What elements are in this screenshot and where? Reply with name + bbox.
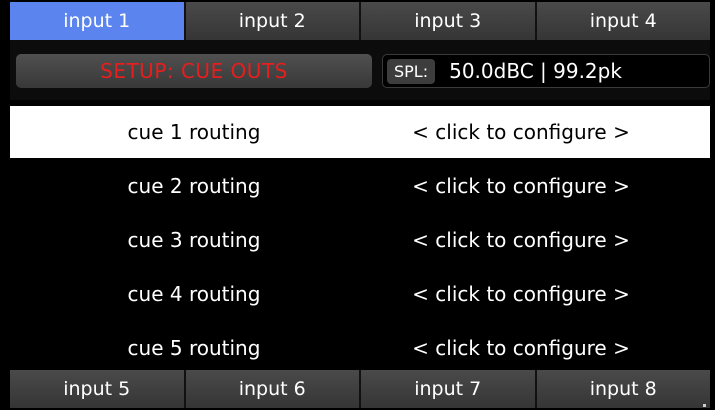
- row-label: cue 5 routing: [127, 336, 261, 360]
- cue-2-routing-row[interactable]: cue 2 routing < click to configure >: [10, 160, 710, 212]
- spl-label: SPL:: [387, 58, 436, 84]
- tab-input-1[interactable]: input 1: [10, 2, 186, 40]
- cue-5-routing-row[interactable]: cue 5 routing < click to configure >: [10, 322, 710, 374]
- tab-input-3[interactable]: input 3: [361, 2, 537, 40]
- cue-4-routing-row[interactable]: cue 4 routing < click to configure >: [10, 268, 710, 320]
- tab-input-8[interactable]: input 8: [536, 370, 710, 408]
- configure-action[interactable]: < click to configure >: [360, 120, 710, 144]
- configure-action[interactable]: < click to configure >: [360, 228, 710, 252]
- corner-dot: [703, 404, 706, 407]
- tab-input-2[interactable]: input 2: [185, 2, 361, 40]
- cue-3-routing-row[interactable]: cue 3 routing < click to configure >: [10, 214, 710, 266]
- cue-1-routing-row[interactable]: cue 1 routing < click to configure >: [10, 106, 710, 158]
- cue-routing-list: cue 1 routing < click to configure > cue…: [10, 102, 710, 369]
- row-label: cue 1 routing: [127, 120, 261, 144]
- tab-input-5[interactable]: input 5: [10, 370, 186, 408]
- row-label: cue 2 routing: [127, 174, 261, 198]
- row-label: cue 4 routing: [127, 282, 261, 306]
- row-label: cue 3 routing: [127, 228, 261, 252]
- tab-input-6[interactable]: input 6: [185, 370, 361, 408]
- spl-value: 50.0dBC | 99.2pk: [449, 59, 622, 83]
- tab-input-7[interactable]: input 7: [361, 370, 537, 408]
- configure-action[interactable]: < click to configure >: [360, 282, 710, 306]
- setup-header: SETUP: CUE OUTS SPL: 50.0dBC | 99.2pk: [10, 40, 710, 100]
- configure-action[interactable]: < click to configure >: [360, 174, 710, 198]
- spl-meter: SPL: 50.0dBC | 99.2pk: [382, 54, 710, 88]
- bottom-input-tabs: input 5 input 6 input 7 input 8: [10, 370, 710, 408]
- configure-action[interactable]: < click to configure >: [360, 336, 710, 360]
- setup-title: SETUP: CUE OUTS: [16, 54, 372, 88]
- tab-input-4[interactable]: input 4: [536, 2, 710, 40]
- top-input-tabs: input 1 input 2 input 3 input 4: [10, 2, 710, 40]
